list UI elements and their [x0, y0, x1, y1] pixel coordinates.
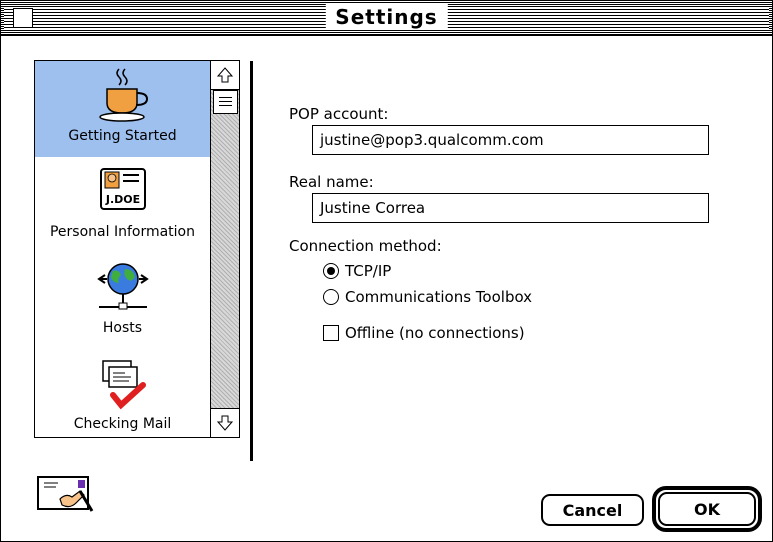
id-card-badge: J.DOE: [104, 193, 139, 206]
tcp-ip-radio[interactable]: TCP/IP: [323, 260, 391, 282]
ok-button[interactable]: OK: [658, 492, 756, 526]
sidebar-item-hosts[interactable]: Hosts: [35, 253, 210, 349]
cancel-button[interactable]: Cancel: [541, 494, 644, 526]
sidebar-item-label: Hosts: [102, 320, 143, 336]
sidebar-item-label: Checking Mail: [73, 416, 172, 432]
sidebar-item-checking-mail[interactable]: Checking Mail: [35, 349, 210, 437]
connection-method-label: Connection method:: [289, 237, 442, 255]
settings-category-list: Getting Started J.DOE Personal Informati…: [34, 60, 240, 438]
coffee-cup-icon: [98, 68, 148, 122]
scroll-up-arrow-icon[interactable]: [211, 61, 239, 90]
communications-toolbox-radio[interactable]: Communications Toolbox: [323, 286, 532, 308]
pop-account-field[interactable]: justine@pop3.qualcomm.com: [312, 125, 709, 155]
radio-selected-icon[interactable]: [323, 263, 339, 279]
scroll-thumb[interactable]: [213, 90, 238, 114]
scroll-down-arrow-icon[interactable]: [211, 408, 239, 437]
real-name-label: Real name:: [289, 173, 374, 191]
window-title: Settings: [325, 4, 448, 30]
sidebar-item-label: Personal Information: [49, 224, 195, 240]
settings-window: Settings Getting Started J.DOE Personal …: [0, 0, 773, 542]
network-globe-icon: [96, 263, 149, 310]
real-name-field[interactable]: Justine Correa: [312, 193, 709, 223]
sidebar-item-personal-information[interactable]: J.DOE Personal Information: [35, 157, 210, 253]
close-box[interactable]: [13, 8, 33, 28]
panel-divider: [250, 61, 253, 461]
title-bar[interactable]: Settings: [1, 1, 772, 36]
id-card-icon: J.DOE: [99, 168, 146, 210]
pop-account-label: POP account:: [289, 105, 389, 123]
envelope-hand-icon: [37, 476, 94, 512]
list-scrollbar[interactable]: [210, 61, 239, 437]
sidebar-item-getting-started[interactable]: Getting Started: [35, 61, 210, 157]
checkbox-unchecked-icon[interactable]: [323, 325, 339, 341]
mail-check-icon: [101, 360, 146, 410]
radio-unselected-icon[interactable]: [323, 289, 339, 305]
sidebar-item-label: Getting Started: [68, 128, 177, 144]
offline-checkbox[interactable]: Offline (no connections): [323, 322, 525, 344]
